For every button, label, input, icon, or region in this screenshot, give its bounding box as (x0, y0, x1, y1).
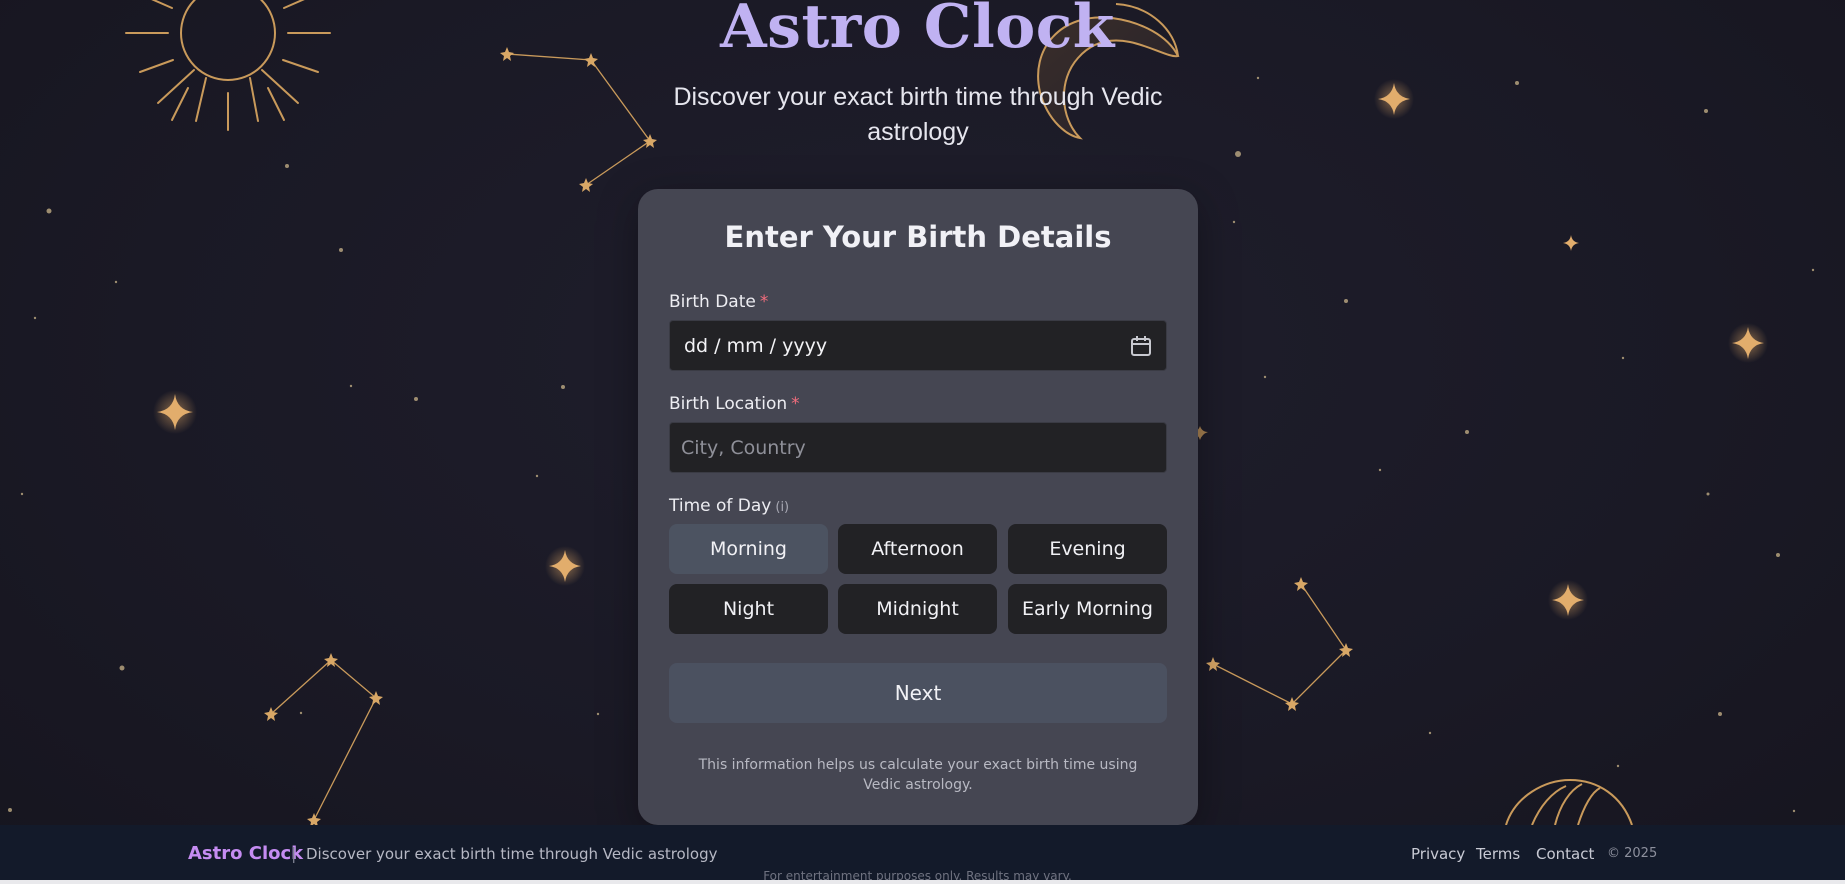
birth-location-label: Birth Location * (669, 394, 800, 414)
page-subtitle: Discover your exact birth time through V… (673, 83, 1163, 146)
footer-copyright: © 2025 (1607, 846, 1658, 861)
time-of-day-label-text: Time of Day (669, 496, 772, 516)
info-text: This information helps us calculate your… (698, 757, 1138, 793)
birth-date-label: Birth Date * (669, 292, 768, 312)
info-hint-icon[interactable]: (i) (775, 500, 789, 515)
footer-link-contact[interactable]: Contact (1536, 845, 1594, 863)
required-marker: * (759, 292, 769, 312)
time-of-day-label: Time of Day (i) (669, 496, 789, 516)
next-button[interactable]: Next (669, 663, 1167, 723)
page-title: Astro Clock (720, 0, 1115, 62)
constellation-icon (506, 53, 651, 186)
footer-link-privacy[interactable]: Privacy (1411, 845, 1465, 863)
time-option-morning[interactable]: Morning (669, 524, 828, 574)
footer-tagline: Discover your exact birth time through V… (306, 845, 718, 863)
birth-location-input[interactable] (670, 423, 1166, 472)
time-option-afternoon[interactable]: Afternoon (838, 524, 997, 574)
time-option-night[interactable]: Night (669, 584, 828, 634)
footer-separator: | (291, 844, 297, 863)
footer-link-terms[interactable]: Terms (1476, 845, 1520, 863)
birth-location-label-text: Birth Location (669, 394, 788, 414)
time-option-early-morning[interactable]: Early Morning (1008, 584, 1167, 634)
required-marker: * (791, 394, 800, 414)
calendar-icon[interactable] (1130, 335, 1152, 357)
bottom-edge-strip (0, 880, 1845, 884)
birth-date-label-text: Birth Date (669, 292, 756, 312)
time-option-midnight[interactable]: Midnight (838, 584, 997, 634)
constellation-icon (270, 659, 377, 821)
constellation-icon (1212, 583, 1347, 705)
birth-date-value: dd / mm / yyyy (684, 335, 828, 357)
birth-location-field[interactable] (669, 422, 1167, 473)
birth-date-field[interactable]: dd / mm / yyyy (669, 320, 1167, 371)
card-heading: Enter Your Birth Details (724, 220, 1112, 254)
footer-brand[interactable]: Astro Clock (188, 843, 303, 864)
birth-details-card: Enter Your Birth Details Birth Date * dd … (638, 189, 1198, 825)
planet-icon (1505, 778, 1633, 826)
time-option-evening[interactable]: Evening (1008, 524, 1167, 574)
